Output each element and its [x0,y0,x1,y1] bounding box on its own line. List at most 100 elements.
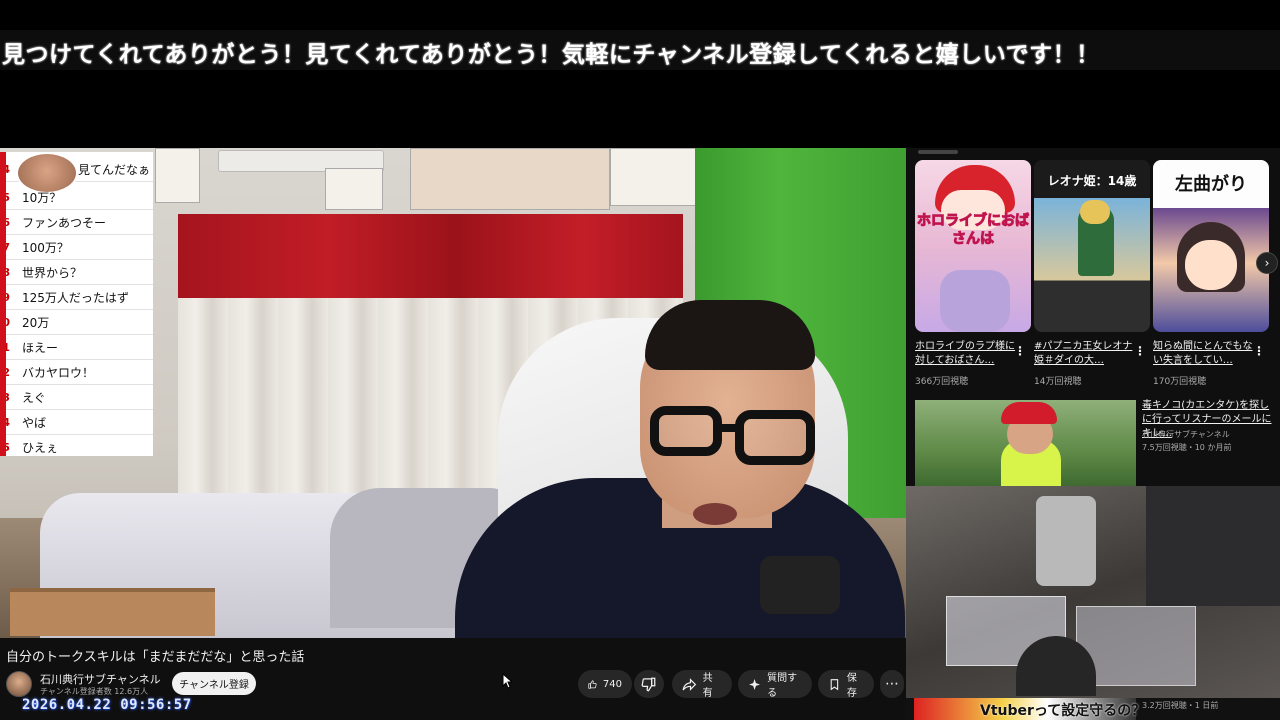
chat-text: 20万 [22,315,50,330]
chat-row: 2 バカヤロウ！ [6,360,153,385]
short-caption[interactable]: 知らぬ間にとんでもない失言をしてい… [1153,340,1253,368]
like-button[interactable]: 740 [578,670,632,698]
person-hair [645,300,815,370]
channel-name[interactable]: 石川典行サブチャンネル [40,671,161,687]
chat-text: 世界から？ [22,265,83,280]
recommended-meta: 7.5万回視聴・10 か月前 [1142,443,1232,452]
character-face [1185,240,1237,290]
short-views: 170万回視聴 [1153,377,1207,387]
chat-number: 3 [2,390,10,404]
chat-text: やば [22,415,47,430]
chat-text: 125万人だったはず [22,290,129,305]
chat-number: 4 [2,415,10,429]
chat-number: 5 [2,190,10,204]
poster [410,148,610,210]
microphone [760,556,840,614]
short-caption[interactable]: #パプニカ王女レオナ姫＃ダイの大… [1034,340,1134,368]
like-count: 740 [602,678,622,690]
chat-text: 10万？ [22,190,62,205]
ask-button[interactable]: 質問する [738,670,812,699]
chevron-right-icon: › [1264,256,1270,270]
glasses-left [650,406,722,456]
person-mouth [693,503,737,525]
dislike-button[interactable] [634,670,664,698]
chat-number: 9 [2,290,10,304]
chat-row: 6 ファンあつそー [6,210,153,235]
chat-row: 8 世界から？ [6,260,153,285]
banner-text: 見つけてくれてありがとう！見てくれてありがとう！気軽にチャンネル登録してくれると… [2,42,1100,68]
chat-text: ほえー [22,340,59,355]
more-icon: ⋯ [885,676,899,692]
share-icon [682,677,697,691]
screen: 見つけてくれてありがとう！見てくれてありがとう！気軽にチャンネル登録してくれると… [0,0,1280,720]
share-button[interactable]: 共有 [672,670,732,699]
poster [155,148,200,203]
chat-number: 7 [2,240,10,254]
share-label: 共有 [702,673,713,699]
mouse-cursor-icon [502,673,512,689]
character-hair [1080,200,1110,224]
more-actions-button[interactable]: ⋯ [880,670,904,698]
coat [1146,486,1280,606]
short-caption[interactable]: ホロライブのラプ様に対しておばさん… [915,340,1015,368]
chat-text: ファンあつそー [22,215,107,230]
chat-text: えぐ [22,390,46,405]
video-title: 自分のトークスキルは「まだまだだな」と思った話 [6,650,305,665]
short-more-icon[interactable]: ⋮ [1134,344,1146,358]
chat-row: 5 10万？ [6,185,153,210]
shorts-header-bar [918,150,958,154]
shelf [10,588,215,636]
subscriber-count: チャンネル登録者数 12.6万人 [40,687,149,696]
shorts-next-button[interactable]: › [1256,252,1278,274]
secondary-camera-overlay [906,486,1280,698]
next-video-meta: 3.2万回視聴・1 日前 [1142,701,1219,710]
glasses-right [735,410,815,465]
short-thumb-text: 左曲がり [1175,174,1247,195]
chat-text: 100万？ [22,240,69,255]
sparkle-icon [749,678,761,690]
like-icon [588,679,597,689]
next-video-thumb-text: Vtuberって設定守るの？ [980,703,1146,719]
chat-text: 見てんだなぁ [78,162,151,177]
chat-number: 6 [2,215,10,229]
short-thumbnail[interactable]: 左曲がり [1153,160,1269,332]
save-label: 保存 [846,673,857,699]
chat-number: 5 [2,440,10,454]
red-cap [1001,402,1057,424]
trash-bin [1036,496,1096,586]
short-views: 14万回視聴 [1034,377,1082,387]
short-thumb-text: ホロライブにおばさんは [917,213,1030,248]
chat-number: 1 [2,340,10,354]
short-thumbnail[interactable]: レオナ姫：14歳 [1034,160,1150,332]
chat-text: ひえぇ [22,440,59,455]
chat-row: 4 やば [6,410,153,435]
channel-avatar[interactable] [6,671,32,697]
chat-number: 8 [2,265,10,279]
chat-number: 4 [2,162,10,176]
short-views: 366万回視聴 [915,377,969,387]
short-more-icon[interactable]: ⋮ [1014,344,1026,358]
subscribe-button[interactable]: チャンネル登録 [172,672,256,695]
ask-label: 質問する [767,673,798,699]
poster [325,168,383,210]
chat-overlay: 4 見てんだなぁ 5 10万？ 6 ファンあつそー 7 100万？ 8 世界から？ 9 12… [0,152,153,456]
red-curtain [178,214,683,298]
save-icon [830,678,839,690]
poster [610,148,706,206]
recommended-thumbnail[interactable] [915,400,1136,486]
chat-number: 0 [2,315,10,329]
short-thumbnail[interactable]: ホロライブにおばさんは [915,160,1031,332]
top-banner-area [0,0,1280,150]
short-more-icon[interactable]: ⋮ [1253,344,1265,358]
chat-row: 9 125万人だったはず [6,285,153,310]
character-figure [940,270,1010,332]
overlay-timestamp: 2026.04.22 09:56:57 [22,697,192,713]
save-button[interactable]: 保存 [818,670,874,699]
dislike-icon [641,677,656,691]
chat-row: 5 ひえぇ [6,435,153,456]
chat-row: 7 100万？ [6,235,153,260]
chat-row: 0 20万 [6,310,153,335]
chat-number: 2 [2,365,10,379]
recommended-channel[interactable]: 石川典行サブチャンネル [1142,429,1230,440]
chat-text: バカヤロウ！ [22,365,95,380]
